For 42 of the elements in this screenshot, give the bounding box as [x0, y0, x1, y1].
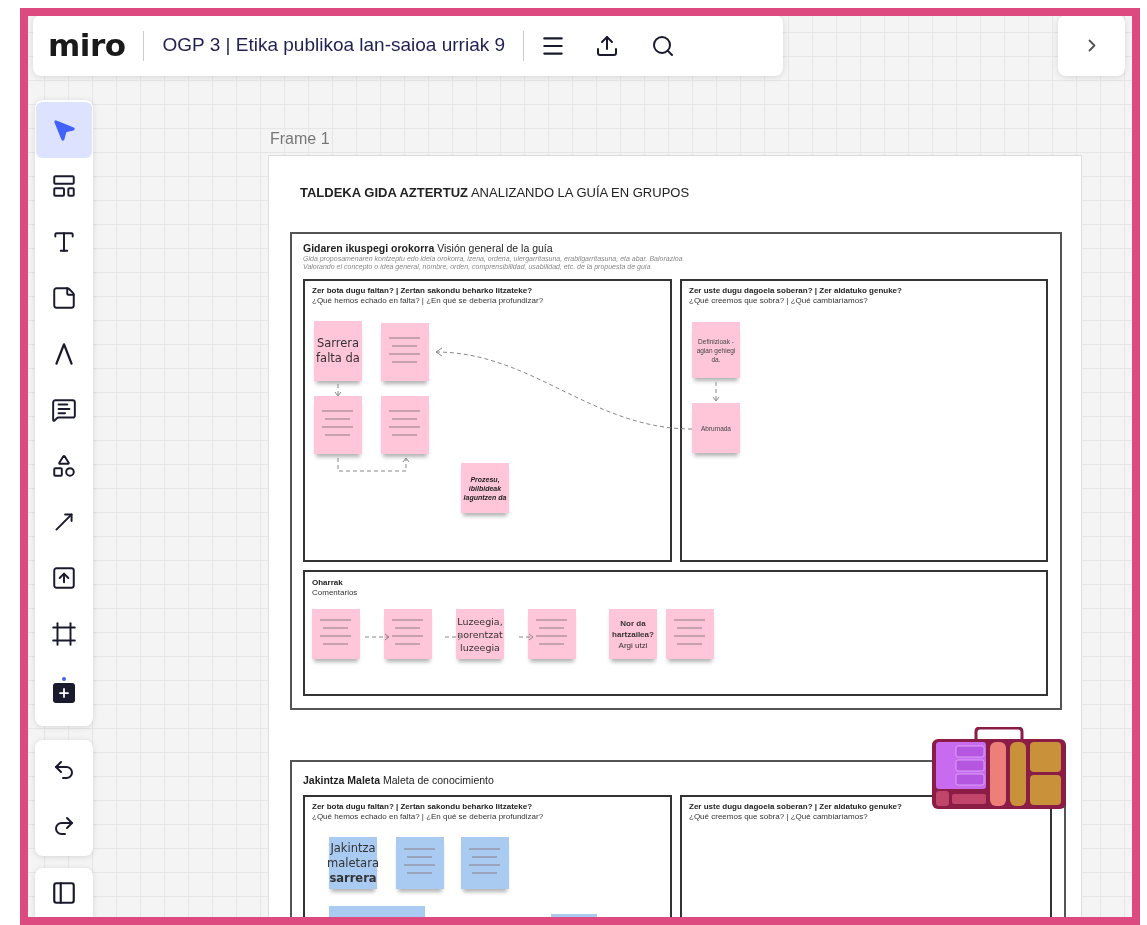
panel-heading: Zer uste dugu dagoela soberan? | Zer aldatuko genuke?	[689, 286, 903, 296]
panel-subheading: Comentarios	[312, 588, 359, 598]
note-text: Nor da hartzailea? Argi utzi	[611, 617, 655, 651]
select-tool-button[interactable]	[36, 102, 92, 158]
panel-subheading: ¿Qué creemos que sobra? | ¿Qué cambiaríamos?	[689, 296, 869, 306]
panel-heading: Zer bota dugu faltan? | Zertan sakondu beharko litzateke?	[312, 802, 534, 812]
panel-heading: Zer uste dugu dagoela soberan? | Zer aldatuko genuke?	[689, 802, 903, 812]
dashed-connector	[334, 383, 342, 397]
panel-heading: Oharrak	[312, 578, 344, 588]
layout-icon	[51, 173, 77, 199]
chevron-right-icon	[1087, 39, 1096, 52]
frame-icon	[51, 621, 77, 647]
search-icon	[651, 33, 676, 58]
comment-icon	[51, 397, 77, 423]
undo-icon	[52, 758, 76, 782]
panel-subheading: ¿Qué creemos que sobra? | ¿Qué cambiaríamos?	[689, 812, 869, 822]
note-text: Sarrera falta da	[316, 336, 360, 366]
panel-subheading: ¿Qué hemos echado en falta? | ¿En qué se debería profundizar?	[312, 812, 545, 822]
plus-icon	[53, 677, 75, 703]
frame-title: TALDEKA GIDA AZTERTUZ ANALIZANDO LA GUÍA EN GRUPOS	[300, 185, 691, 201]
text-icon	[51, 229, 77, 255]
section-title: Jakintza Maleta Maleta de conocimiento	[303, 774, 495, 787]
redo-icon	[52, 814, 76, 838]
side-panel-icon	[51, 879, 77, 906]
dashed-connector	[518, 633, 534, 641]
note-text: Jakintza maletara sarrera	[327, 840, 379, 886]
dashed-connector	[364, 633, 390, 641]
upload-icon	[51, 565, 77, 591]
upload-icon	[595, 33, 620, 58]
panel-toggle-button[interactable]	[35, 868, 93, 917]
miro-logo[interactable]: miro	[48, 22, 126, 69]
sticky-note-icon	[51, 285, 77, 311]
note-text: Luzeegia, norentzat luzeegia	[457, 614, 503, 654]
cursor-icon	[51, 117, 77, 143]
collapse-button[interactable]	[1058, 15, 1125, 76]
frame-label: Frame 1	[270, 130, 330, 147]
board-title[interactable]: OGP 3 | Etika publikoa lan-saioa urriak 9	[162, 31, 506, 60]
panel-subheading: ¿Qué hemos echado en falta? | ¿En qué se debería profundizar?	[312, 296, 545, 306]
shapes-icon	[51, 453, 77, 479]
section-title: Gidaren ikuspegi orokorra Visión general de la guía	[303, 242, 554, 255]
panel-heading: Zer bota dugu faltan? | Zertan sakondu beharko litzateke?	[312, 286, 534, 296]
dashed-connector	[712, 381, 720, 402]
